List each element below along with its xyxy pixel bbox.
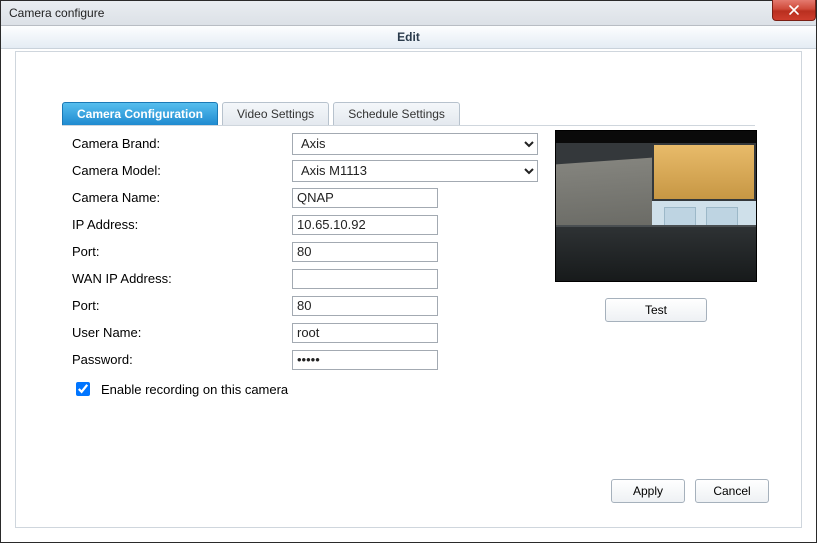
label-user-name: User Name: <box>72 325 292 340</box>
footer-buttons: Apply Cancel <box>611 479 769 503</box>
user-name-input[interactable] <box>292 323 438 343</box>
password-input[interactable] <box>292 350 438 370</box>
button-label: Cancel <box>713 484 750 498</box>
form-area: Camera Brand: Axis Camera Model: Axis M1… <box>72 130 572 399</box>
tab-separator <box>62 125 755 126</box>
label-wan-ip-address: WAN IP Address: <box>72 271 292 286</box>
apply-button[interactable]: Apply <box>611 479 685 503</box>
camera-model-select[interactable]: Axis M1113 <box>292 160 538 182</box>
tab-label: Video Settings <box>237 107 314 121</box>
label-port-2: Port: <box>72 298 292 313</box>
camera-preview-image <box>555 130 757 282</box>
camera-configure-window: Camera configure Edit Camera Configurati… <box>0 0 817 543</box>
close-icon <box>788 4 800 16</box>
label-port: Port: <box>72 244 292 259</box>
cancel-button[interactable]: Cancel <box>695 479 769 503</box>
enable-recording-checkbox[interactable] <box>76 382 90 396</box>
preview-area: Test <box>555 130 755 322</box>
port-2-input[interactable] <box>292 296 438 316</box>
tab-schedule-settings[interactable]: Schedule Settings <box>333 102 460 126</box>
sub-header-title: Edit <box>397 30 420 44</box>
camera-brand-select[interactable]: Axis <box>292 133 538 155</box>
tabs: Camera Configuration Video Settings Sche… <box>62 102 460 126</box>
titlebar: Camera configure <box>1 1 816 26</box>
content-panel: Camera Configuration Video Settings Sche… <box>15 51 802 528</box>
tab-label: Schedule Settings <box>348 107 445 121</box>
tab-camera-configuration[interactable]: Camera Configuration <box>62 102 218 126</box>
label-ip-address: IP Address: <box>72 217 292 232</box>
sub-header: Edit <box>1 26 816 49</box>
label-enable-recording: Enable recording on this camera <box>101 382 288 397</box>
close-button[interactable] <box>772 0 816 21</box>
content-inner: Camera Configuration Video Settings Sche… <box>32 66 785 513</box>
window-title: Camera configure <box>9 6 104 20</box>
tab-label: Camera Configuration <box>77 107 203 121</box>
test-button[interactable]: Test <box>605 298 707 322</box>
button-label: Test <box>645 303 667 317</box>
port-input[interactable] <box>292 242 438 262</box>
button-label: Apply <box>633 484 663 498</box>
label-camera-brand: Camera Brand: <box>72 136 292 151</box>
ip-address-input[interactable] <box>292 215 438 235</box>
wan-ip-address-input[interactable] <box>292 269 438 289</box>
label-password: Password: <box>72 352 292 367</box>
label-camera-name: Camera Name: <box>72 190 292 205</box>
tab-video-settings[interactable]: Video Settings <box>222 102 329 126</box>
label-camera-model: Camera Model: <box>72 163 292 178</box>
camera-name-input[interactable] <box>292 188 438 208</box>
